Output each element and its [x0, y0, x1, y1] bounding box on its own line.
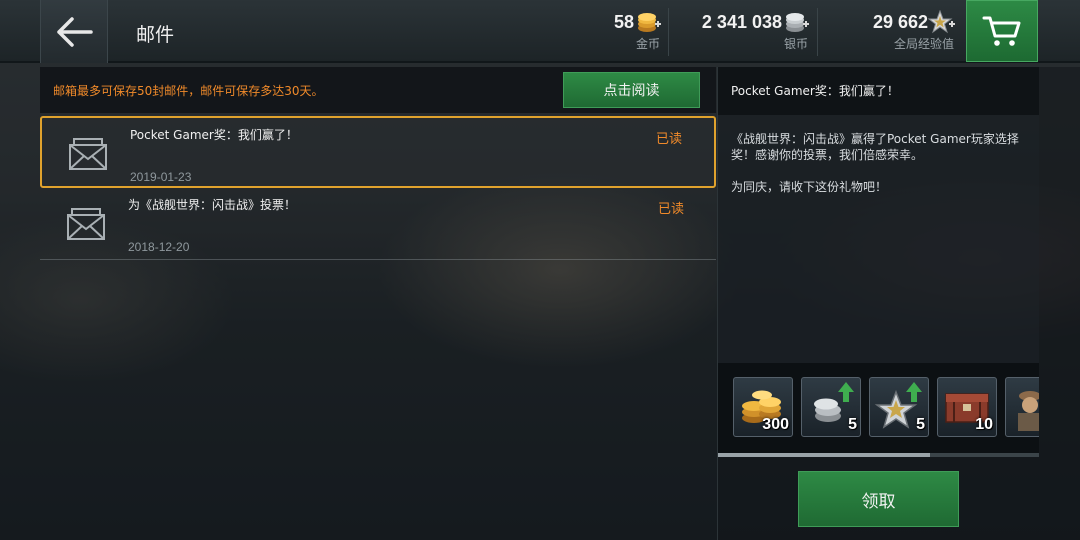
read-all-button[interactable]: 点击阅读 [563, 72, 700, 108]
silver-currency: 2 341 038 银币 [670, 8, 816, 56]
silver-label: 银币 [783, 37, 808, 51]
reward-item-commander[interactable] [1005, 377, 1039, 437]
mail-subject: 为《战舰世界：闪击战》投票！ [128, 198, 297, 212]
reward-quantity: 5 [848, 416, 857, 433]
rewards-scrollbar-thumb[interactable] [718, 453, 930, 457]
commander-icon [1018, 391, 1039, 431]
mail-body-paragraph: 为同庆，请收下这份礼物吧！ [731, 180, 888, 194]
reward-item-gold[interactable]: 300 [733, 377, 793, 437]
reward-item-silver-boost[interactable]: 5 [801, 377, 861, 437]
mail-detail-header: Pocket Gamer奖：我们赢了！ [718, 67, 1039, 115]
mail-date: 2019-01-23 [130, 170, 192, 184]
silver-coins-icon [786, 13, 809, 32]
mail-list: Pocket Gamer奖：我们赢了！ 已读 2019-01-23 为《战舰世界… [40, 116, 716, 260]
reward-quantity: 300 [762, 416, 789, 433]
mail-list-panel: 邮箱最多可保存50封邮件，邮件可保存多达30天。 点击阅读 Pocket Gam… [40, 67, 716, 540]
gold-coins-icon [638, 13, 661, 32]
mailbox-limit-notice: 邮箱最多可保存50封邮件，邮件可保存多达30天。 [53, 84, 324, 98]
silver-value: 2 341 038 [701, 12, 782, 32]
xp-value: 29 662 [872, 12, 928, 32]
envelope-icon [69, 138, 107, 170]
mail-read-status: 已读 [657, 202, 684, 217]
mail-subject: Pocket Gamer奖：我们赢了！ [130, 128, 298, 142]
envelope-icon [67, 208, 105, 240]
divider [817, 8, 818, 56]
xp-label: 全局经验值 [893, 37, 954, 51]
reward-quantity: 5 [916, 416, 925, 433]
divider [668, 8, 669, 56]
rewards-strip[interactable]: 300 5 5 10 [718, 363, 1039, 455]
mail-detail-panel: Pocket Gamer奖：我们赢了！ 《战舰世界：闪击战》赢得了Pocket … [717, 67, 1080, 540]
reward-item-xp-boost[interactable]: 5 [869, 377, 929, 437]
mail-detail-text: 《战舰世界：闪击战》赢得了Pocket Gamer玩家选择奖！感谢你的投票，我们… [731, 131, 1041, 211]
claim-button[interactable]: 领取 [798, 471, 959, 527]
reward-quantity: 10 [975, 416, 993, 433]
mail-read-status: 已读 [655, 132, 682, 147]
gold-label: 金币 [635, 37, 660, 51]
mail-body-paragraph: 《战舰世界：闪击战》赢得了Pocket Gamer玩家选择奖！感谢你的投票，我们… [731, 132, 1019, 162]
reward-item-container[interactable]: 10 [937, 377, 997, 437]
shop-cart-button[interactable] [966, 0, 1038, 62]
xp-currency: 29 662 全局经验值 [820, 8, 962, 56]
back-button[interactable] [40, 0, 108, 63]
page-title: 邮件 [136, 24, 175, 46]
mail-detail-title: Pocket Gamer奖：我们赢了！ [731, 84, 899, 98]
gold-value: 58 [613, 12, 634, 32]
star-xp-icon [928, 10, 955, 34]
cart-icon [982, 16, 1021, 46]
rewards-scrollbar[interactable] [718, 453, 1039, 457]
mail-date: 2018-12-20 [128, 240, 190, 254]
top-bar: 邮件 58 金币 2 341 038 银币 29 662 全局经验值 [0, 0, 1080, 63]
gold-currency: 58 金币 [560, 8, 668, 56]
mail-item[interactable]: 为《战舰世界：闪击战》投票！ 已读 2018-12-20 [40, 188, 716, 260]
mailbox-notice-bar: 邮箱最多可保存50封邮件，邮件可保存多达30天。 点击阅读 [40, 67, 716, 113]
arrow-left-icon [57, 16, 93, 47]
mail-item[interactable]: Pocket Gamer奖：我们赢了！ 已读 2019-01-23 [40, 116, 716, 188]
